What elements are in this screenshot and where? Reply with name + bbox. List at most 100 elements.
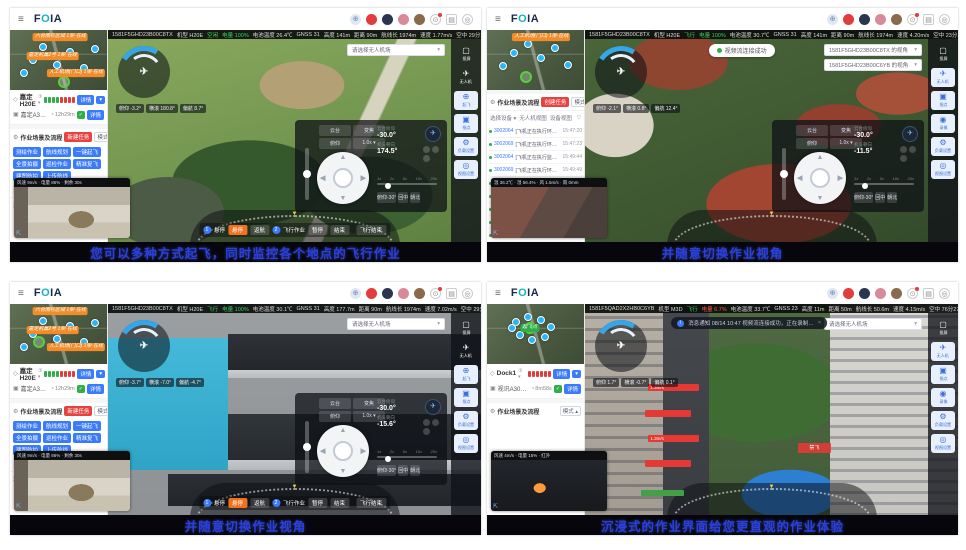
throttle-slider[interactable]	[782, 148, 786, 200]
hover-button[interactable]: 悬停	[228, 498, 247, 508]
expand-icon[interactable]: ⇱	[493, 230, 498, 237]
hover-button[interactable]: 悬停	[228, 225, 247, 235]
device-more-button[interactable]: ▾	[572, 370, 581, 378]
gimbal-button[interactable]: 云台	[319, 125, 351, 136]
task-chip[interactable]: 巡检作业	[43, 159, 71, 169]
gimbal-preset-button[interactable]: 俯仰-30°	[377, 465, 396, 476]
new-task-button[interactable]: 新建任务	[64, 406, 92, 416]
waypoint-dot[interactable]	[564, 61, 572, 69]
mode-toggle[interactable]: 模式 ▴	[94, 406, 108, 416]
waypoint-dot[interactable]	[39, 317, 47, 325]
task-chip[interactable]: 全景拍摄	[13, 159, 41, 169]
minimap[interactable]: 起飞点	[487, 304, 584, 364]
topbar-icon[interactable]: ▤	[923, 14, 934, 25]
mini-compass[interactable]: ✈	[902, 126, 918, 142]
gimbal-preset-button[interactable]: 朝北	[410, 192, 420, 203]
topbar-icon[interactable]	[414, 14, 425, 25]
toolbar-button[interactable]: ▣指点	[931, 91, 955, 110]
camera-viewport[interactable]: 1581F5GHD23B00C8TX机型 H20E飞行电量 100%电池温度 3…	[585, 30, 958, 242]
view-selector[interactable]: 请选择无人机场▾	[347, 44, 445, 56]
waypoint-dot[interactable]	[53, 61, 61, 69]
device-count-dropdown[interactable]: ③ ▾	[518, 368, 526, 380]
gimbal-button[interactable]: 俯仰	[319, 411, 351, 422]
toolbar-button[interactable]: ◎视图设置	[454, 434, 478, 453]
waypoint-dot[interactable]	[508, 324, 516, 332]
waypoint-dot[interactable]	[528, 336, 536, 344]
stop-button[interactable]: 结束	[330, 225, 349, 235]
zoom-slider[interactable]: 1x2x5x10x20x	[377, 449, 437, 458]
mini-compass[interactable]: ✈	[425, 126, 441, 142]
site-row[interactable]: ▣ 嘉定A300人工机场 ◔12h29m ✓ 详情	[13, 107, 104, 122]
task-chip[interactable]: 一键起飞	[73, 421, 101, 431]
gimbal-preset-button[interactable]: 俯仰-30°	[854, 192, 873, 203]
gimbal-preset-button[interactable]: 回中	[398, 192, 408, 203]
close-icon[interactable]: ×	[818, 320, 821, 326]
view-filter-2[interactable]: 设备视图	[550, 114, 572, 122]
toolbar-button[interactable]: ◉录像	[931, 388, 955, 407]
toolbar-button[interactable]: ▢投屏	[454, 45, 478, 64]
site-detail-button[interactable]: 详情	[87, 110, 104, 120]
topbar-icon[interactable]: ⊙	[430, 14, 441, 25]
new-task-button[interactable]: 新建任务	[64, 132, 92, 142]
fpv-thumbnail[interactable]: 风速 9m/s · 电量 86% · 剩余 30s ⇱	[14, 178, 130, 238]
toolbar-button[interactable]: ▢投屏	[931, 319, 955, 338]
toolbar-button[interactable]: ⊕起飞	[454, 91, 478, 110]
topbar-icon[interactable]	[891, 288, 902, 299]
camera-viewport[interactable]: 1581F5GHD23B00C8TX机型 H20E空闲电量 100%电池温度 2…	[108, 30, 481, 242]
topbar-icon[interactable]: ◎	[939, 288, 950, 299]
end-flight-button[interactable]: 飞行结束	[356, 225, 386, 235]
task-chip[interactable]: 全景拍摄	[13, 433, 41, 443]
expand-icon[interactable]: ⇱	[16, 230, 21, 237]
task-chip[interactable]: 巡检作业	[43, 433, 71, 443]
pause-button[interactable]: 暂停	[308, 225, 327, 235]
expand-icon[interactable]: ⇱	[493, 503, 498, 510]
gimbal-button[interactable]: 云台	[319, 398, 351, 409]
task-chip[interactable]: 测绘作业	[13, 421, 41, 431]
slider-knob[interactable]	[303, 443, 311, 451]
topbar-icon[interactable]: ⊙	[430, 288, 441, 299]
fpv-thumbnail[interactable]: 温 36.2℃ · 湿 56.4% · 风 1.5m/s · 雨 0mm ⇱	[491, 178, 607, 238]
end-flight-button[interactable]: 飞行结束	[356, 498, 386, 508]
device-more-button[interactable]: ▾	[96, 96, 105, 104]
waypoint-dot[interactable]	[20, 69, 28, 77]
log-row[interactable]: 3002069 [飞机正在执行环绕监控任务] 15:47:23	[489, 138, 582, 151]
device-row[interactable]: ◇ 嘉定H20E ③ ▾ 详情 ▾	[13, 92, 104, 107]
waypoint-dot[interactable]	[53, 335, 61, 343]
gimbal-preset-button[interactable]: 俯仰-30°	[377, 192, 396, 203]
dpad-left-icon[interactable]: ◀	[320, 447, 325, 455]
topbar-icon[interactable]	[843, 14, 854, 25]
topbar-icon[interactable]: ⊙	[907, 14, 918, 25]
device-count-dropdown[interactable]: ③ ▾	[38, 368, 42, 380]
topbar-icon[interactable]: ◎	[462, 14, 473, 25]
device-detail-button[interactable]: 详情	[553, 369, 570, 379]
topbar-icon[interactable]: ▤	[446, 14, 457, 25]
return-button[interactable]: 返航	[250, 498, 269, 508]
task-chip[interactable]: 精准复飞	[73, 433, 101, 443]
topbar-icon[interactable]	[859, 14, 870, 25]
zoom-slider[interactable]: 1x2x5x10x20x	[854, 176, 914, 185]
topbar-icon[interactable]: ◎	[462, 288, 473, 299]
dpad-up-icon[interactable]: ▲	[340, 154, 347, 161]
minimap[interactable]: 六合围栏区域 1架·在线嘉定机巢2号 1架·在线人工机场(门口) 1架·在线	[10, 304, 107, 364]
view-filter[interactable]: 无人机视图	[519, 114, 547, 122]
mode-toggle[interactable]: 模式 ▴	[560, 406, 581, 416]
log-row[interactable]: 3002064 [飞机正在执行环绕监控指令] 15:47:20	[489, 125, 582, 138]
device-detail-button[interactable]: 详情	[77, 369, 94, 379]
minimap[interactable]: 六合围栏区域 1架·在线嘉定机巢2号 1架·在线人工机场(门口) 1架·在线	[10, 30, 107, 90]
toolbar-button[interactable]: ⚙负载设置	[931, 411, 955, 430]
log-row[interactable]: 3002064 [飞机正在执行监控指令] 15:49:44	[489, 151, 582, 164]
toolbar-button[interactable]: ▣指点	[454, 388, 478, 407]
waypoint-dot[interactable]	[524, 313, 532, 321]
gimbal-preset-button[interactable]: 朝北	[410, 465, 420, 476]
preset-dots[interactable]	[423, 419, 443, 435]
toolbar-button[interactable]: ✈无人机	[931, 68, 955, 87]
dpad-left-icon[interactable]: ◀	[797, 174, 802, 182]
toolbar-button[interactable]: ▢投屏	[454, 319, 478, 338]
waypoint-dot[interactable]	[547, 323, 555, 331]
menu-icon[interactable]: ≡	[18, 288, 24, 299]
throttle-slider[interactable]	[305, 421, 309, 473]
topbar-icon[interactable]: ▤	[923, 288, 934, 299]
topbar-icon[interactable]: ⊕	[827, 288, 838, 299]
fpv-thumbnail[interactable]: 风速 9m/s · 电量 86% · 剩余 30s ⇱	[14, 451, 130, 511]
dpad-down-icon[interactable]: ▼	[340, 195, 347, 202]
